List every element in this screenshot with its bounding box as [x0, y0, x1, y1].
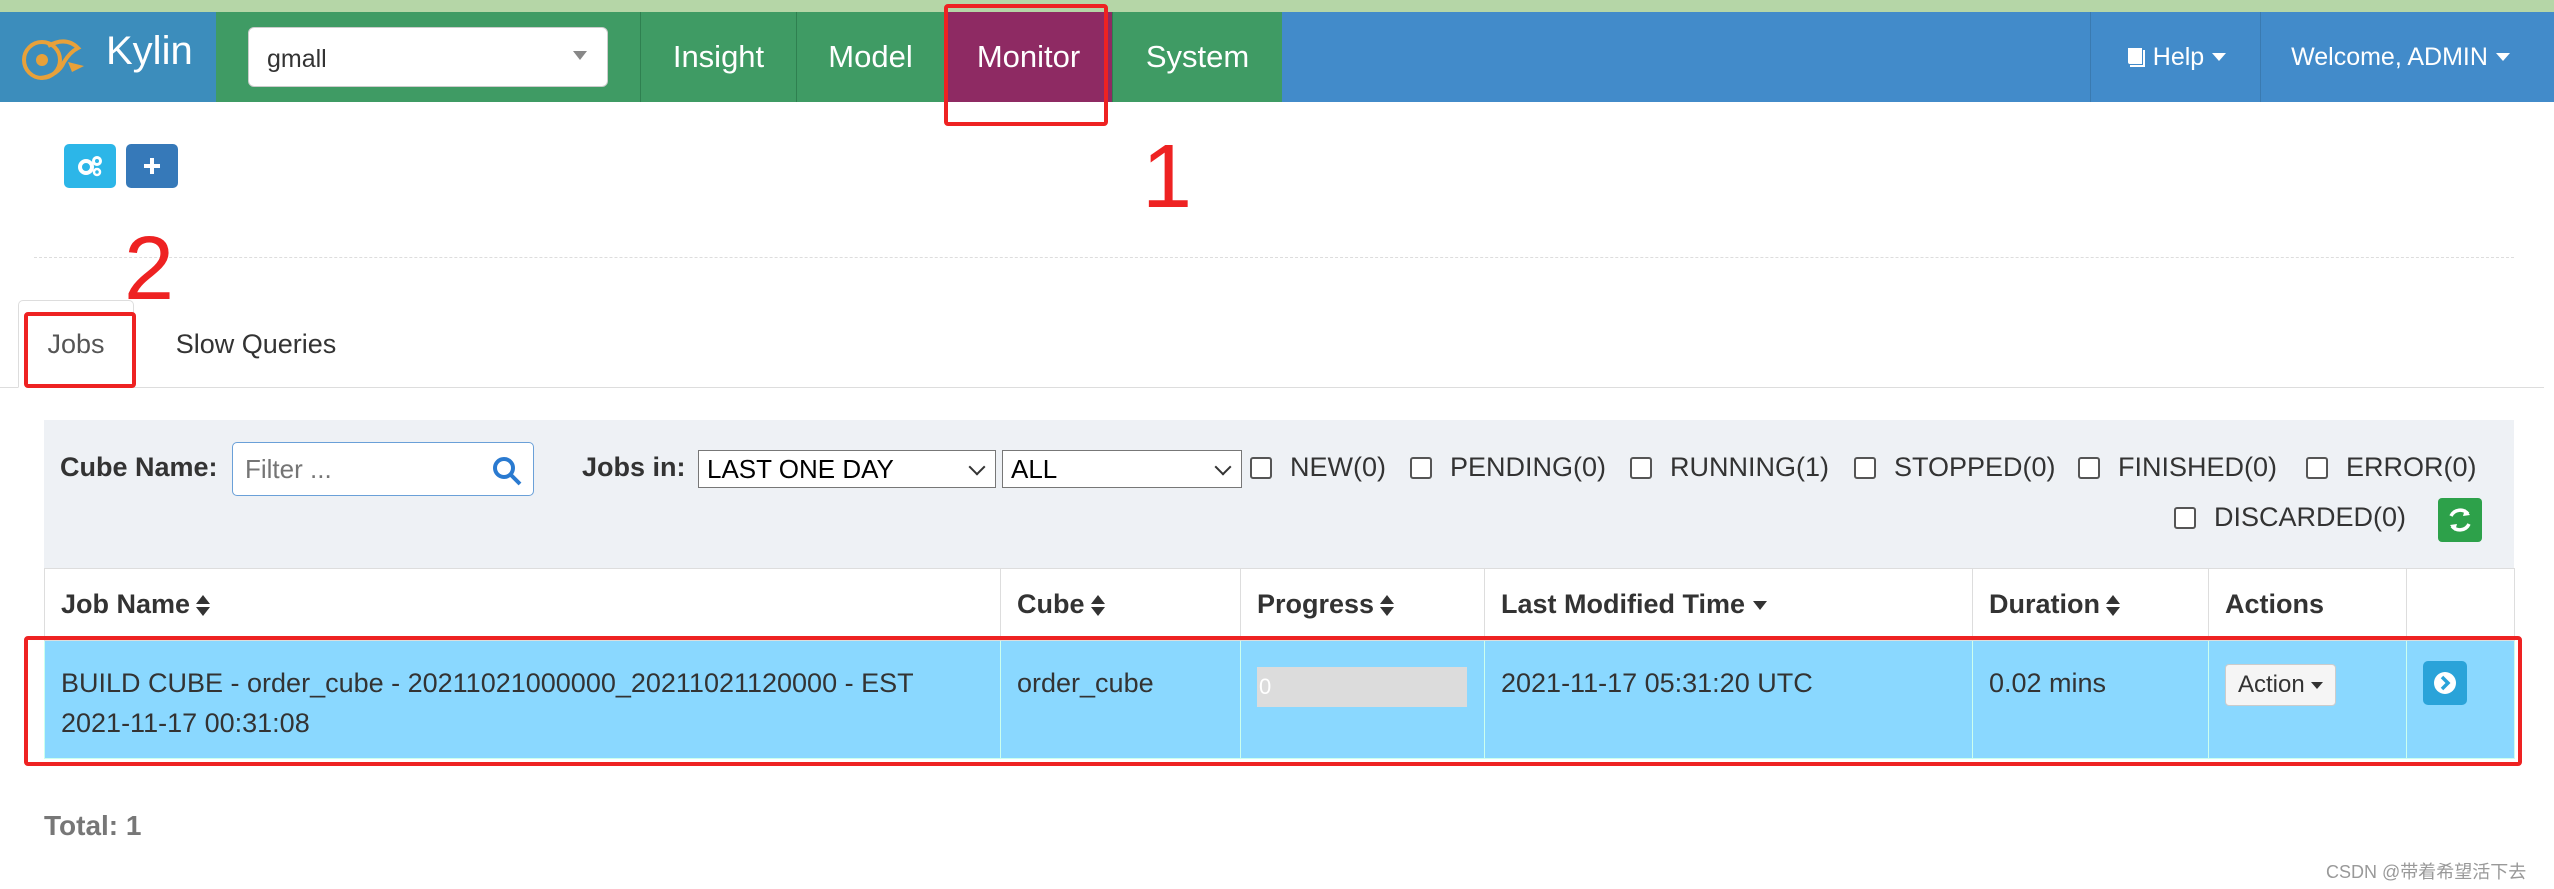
status-pending-label: PENDING(0) — [1450, 452, 1607, 482]
status-running-label: RUNNING(1) — [1670, 452, 1829, 482]
sort-desc-icon — [1753, 601, 1768, 611]
cube-name-label: Cube Name: — [60, 452, 218, 482]
user-label: Welcome, ADMIN — [2291, 42, 2488, 71]
checkbox-box[interactable] — [2306, 456, 2328, 479]
navbar: Kylin gmall Insight Model Monitor System… — [0, 12, 2554, 102]
status-finished-label: FINISHED(0) — [2118, 452, 2278, 482]
status-finished-checkbox[interactable]: FINISHED(0) — [2078, 452, 2277, 483]
time-range-value: LAST ONE DAY — [707, 454, 894, 484]
project-area: gmall — [216, 12, 640, 102]
chevron-down-icon — [968, 458, 986, 476]
book-icon — [2127, 48, 2145, 67]
checkbox-box[interactable] — [1410, 456, 1432, 479]
filter-panel: Cube Name: Jobs in: LAST ONE DAY ALL NEW… — [44, 420, 2514, 568]
cube-filter-input[interactable] — [245, 452, 485, 486]
annotation-box-monitor — [944, 4, 1108, 126]
col-job-name[interactable]: Job Name — [44, 568, 1001, 641]
nav-tab-model[interactable]: Model — [796, 12, 944, 102]
col-cube-label: Cube — [1017, 589, 1085, 619]
help-label: Help — [2152, 42, 2205, 71]
col-progress[interactable]: Progress — [1240, 568, 1485, 641]
plus-icon — [144, 158, 160, 174]
status-new-checkbox[interactable]: NEW(0) — [1250, 452, 1386, 483]
add-job-button[interactable] — [126, 144, 178, 188]
annotation-box-row — [24, 636, 2522, 766]
col-actions: Actions — [2208, 568, 2407, 641]
checkbox-box[interactable] — [2078, 456, 2100, 479]
status-discarded-label: DISCARDED(0) — [2214, 502, 2407, 532]
col-extra — [2406, 568, 2515, 641]
nav-tab-system[interactable]: System — [1112, 12, 1282, 102]
status-pending-checkbox[interactable]: PENDING(0) — [1410, 452, 1606, 483]
user-menu[interactable]: Welcome, ADMIN — [2260, 12, 2540, 102]
annotation-number-2: 2 — [124, 219, 175, 319]
kylin-logo-icon — [22, 39, 84, 80]
status-error-checkbox[interactable]: ERROR(0) — [2306, 452, 2477, 483]
status-discarded-checkbox[interactable]: DISCARDED(0) — [2174, 502, 2406, 533]
checkbox-box[interactable] — [1854, 456, 1876, 479]
status-stopped-checkbox[interactable]: STOPPED(0) — [1854, 452, 2056, 483]
sort-icon — [196, 594, 211, 617]
chevron-down-icon — [573, 51, 587, 60]
gears-icon — [78, 156, 102, 177]
total-count: Total: 1 — [44, 810, 142, 841]
sort-icon — [1380, 594, 1395, 617]
project-select[interactable]: gmall — [248, 27, 608, 87]
time-range-select[interactable]: LAST ONE DAY — [698, 450, 996, 488]
chevron-down-icon — [1214, 458, 1232, 476]
chevron-down-icon — [2212, 53, 2227, 61]
checkbox-box[interactable] — [1250, 456, 1272, 479]
search-icon[interactable] — [491, 455, 523, 487]
help-menu[interactable]: Help — [2090, 12, 2260, 102]
status-select-value: ALL — [1011, 454, 1058, 484]
status-stopped-label: STOPPED(0) — [1894, 452, 2056, 482]
nav-tab-insight[interactable]: Insight — [640, 12, 796, 102]
checkbox-box[interactable] — [2174, 506, 2196, 529]
col-cube[interactable]: Cube — [1000, 568, 1241, 641]
col-last-modified-label: Last Modified Time — [1501, 589, 1746, 619]
subtabs: Jobs Slow Queries — [0, 300, 2544, 388]
table-header-row: Job Name Cube Progress Last Modified Tim… — [44, 568, 2515, 641]
jobs-in-label: Jobs in: — [582, 452, 686, 482]
status-running-checkbox[interactable]: RUNNING(1) — [1630, 452, 1829, 483]
status-new-label: NEW(0) — [1290, 452, 1386, 482]
sort-icon — [1090, 594, 1105, 617]
col-job-name-label: Job Name — [61, 589, 191, 619]
divider — [34, 257, 2514, 258]
col-last-modified[interactable]: Last Modified Time — [1484, 568, 1973, 641]
refresh-icon — [2449, 508, 2471, 532]
status-select[interactable]: ALL — [1002, 450, 1242, 488]
project-select-value: gmall — [267, 45, 327, 73]
col-duration[interactable]: Duration — [1972, 568, 2209, 641]
sort-icon — [2106, 594, 2120, 617]
cube-filter — [232, 442, 534, 496]
col-duration-label: Duration — [1989, 589, 2100, 619]
app-title: Kylin — [106, 29, 193, 73]
top-strip — [0, 0, 2554, 12]
chevron-down-icon — [2495, 53, 2510, 61]
status-error-label: ERROR(0) — [2346, 452, 2477, 482]
refresh-button[interactable] — [2438, 498, 2482, 542]
watermark: CSDN @带着希望活下去 — [2326, 862, 2527, 882]
annotation-number-1: 1 — [1142, 127, 1193, 227]
checkbox-box[interactable] — [1630, 456, 1652, 479]
brand[interactable]: Kylin — [0, 12, 216, 102]
col-progress-label: Progress — [1257, 589, 1375, 619]
tab-slow-queries[interactable]: Slow Queries — [150, 300, 362, 388]
job-settings-button[interactable] — [64, 144, 116, 188]
annotation-box-jobs — [24, 312, 136, 388]
